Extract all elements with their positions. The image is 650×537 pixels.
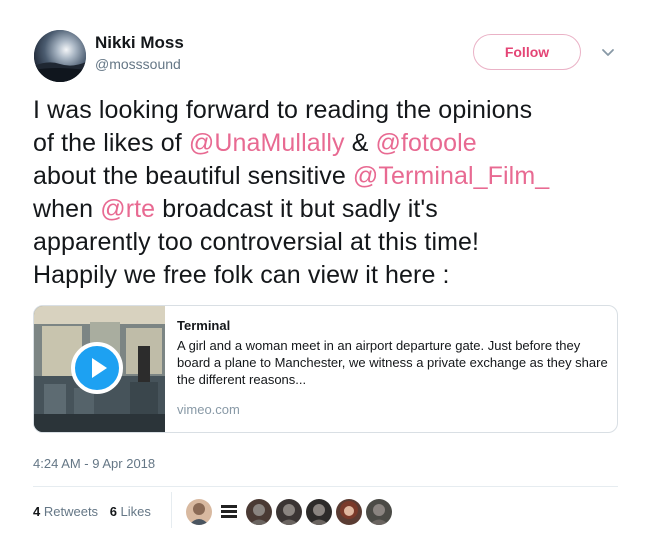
tweet-text-line: of the likes of @UnaMullally & @fotoole [33,127,633,160]
avatar-dark-icon[interactable] [306,499,332,525]
tweet-text-segment: of the likes of [33,129,189,157]
tweet: Nikki Moss @mosssound Follow I was looki… [0,0,650,537]
author-handle[interactable]: @mosssound [95,56,181,72]
tweet-text-segment: when [33,195,101,223]
tweet-text-segment: broadcast it but sadly it's [155,195,438,223]
tweet-text: I was looking forward to reading the opi… [33,94,633,292]
link-card[interactable]: Terminal A girl and a woman meet in an a… [33,305,618,433]
mention-link[interactable]: @UnaMullally [189,129,345,157]
divider [33,486,618,487]
avatar-dark-icon[interactable] [366,499,392,525]
retweets-stat[interactable]: 4 Retweets [33,504,98,519]
mention-link[interactable]: @rte [100,195,155,223]
likes-count: 6 [109,504,117,519]
avatar-man-icon[interactable] [186,499,212,525]
tweet-text-segment: Happily we free folk can view it here : [33,261,450,289]
card-title: Terminal [177,318,231,333]
tweet-text-line: about the beautiful sensitive @Terminal_… [33,160,633,193]
avatar-dark-icon[interactable] [276,499,302,525]
tweet-text-line: when @rte broadcast it but sadly it's [33,193,633,226]
chevron-down-icon[interactable] [600,44,616,60]
likers-avatars [186,498,396,526]
tweet-timestamp[interactable]: 4:24 AM - 9 Apr 2018 [33,456,155,471]
likes-label: Likes [120,504,151,519]
mention-link[interactable]: @Terminal_Film_ [353,162,549,190]
card-description: A girl and a woman meet in an airport de… [177,338,608,387]
mention-link[interactable]: @fotoole [376,129,477,157]
tweet-text-segment: apparently too controversial at this tim… [33,228,480,256]
card-domain: vimeo.com [177,402,240,417]
tweet-text-segment: & [344,129,376,157]
play-icon[interactable] [71,342,123,394]
tweet-text-segment: about the beautiful sensitive [33,162,353,190]
retweets-count: 4 [33,504,41,519]
tweet-text-line: apparently too controversial at this tim… [33,226,633,259]
likes-stat[interactable]: 6 Likes [110,504,151,519]
card-thumbnail[interactable] [34,306,165,432]
author-avatar[interactable] [34,30,86,82]
avatar-dark-icon[interactable] [246,499,272,525]
follow-button[interactable]: Follow [473,34,581,70]
tweet-text-segment: I was looking forward to reading the opi… [33,96,533,124]
tweet-text-line: Happily we free folk can view it here : [33,259,633,292]
avatar-woman-icon[interactable] [336,499,362,525]
fight-back-films-logo-icon[interactable] [216,499,242,525]
retweets-label: Retweets [43,504,99,519]
tweet-stats: 4 Retweets 6 Likes [33,504,159,519]
author-name[interactable]: Nikki Moss [95,33,184,53]
stats-separator [171,492,172,528]
tweet-text-line: I was looking forward to reading the opi… [33,94,633,127]
